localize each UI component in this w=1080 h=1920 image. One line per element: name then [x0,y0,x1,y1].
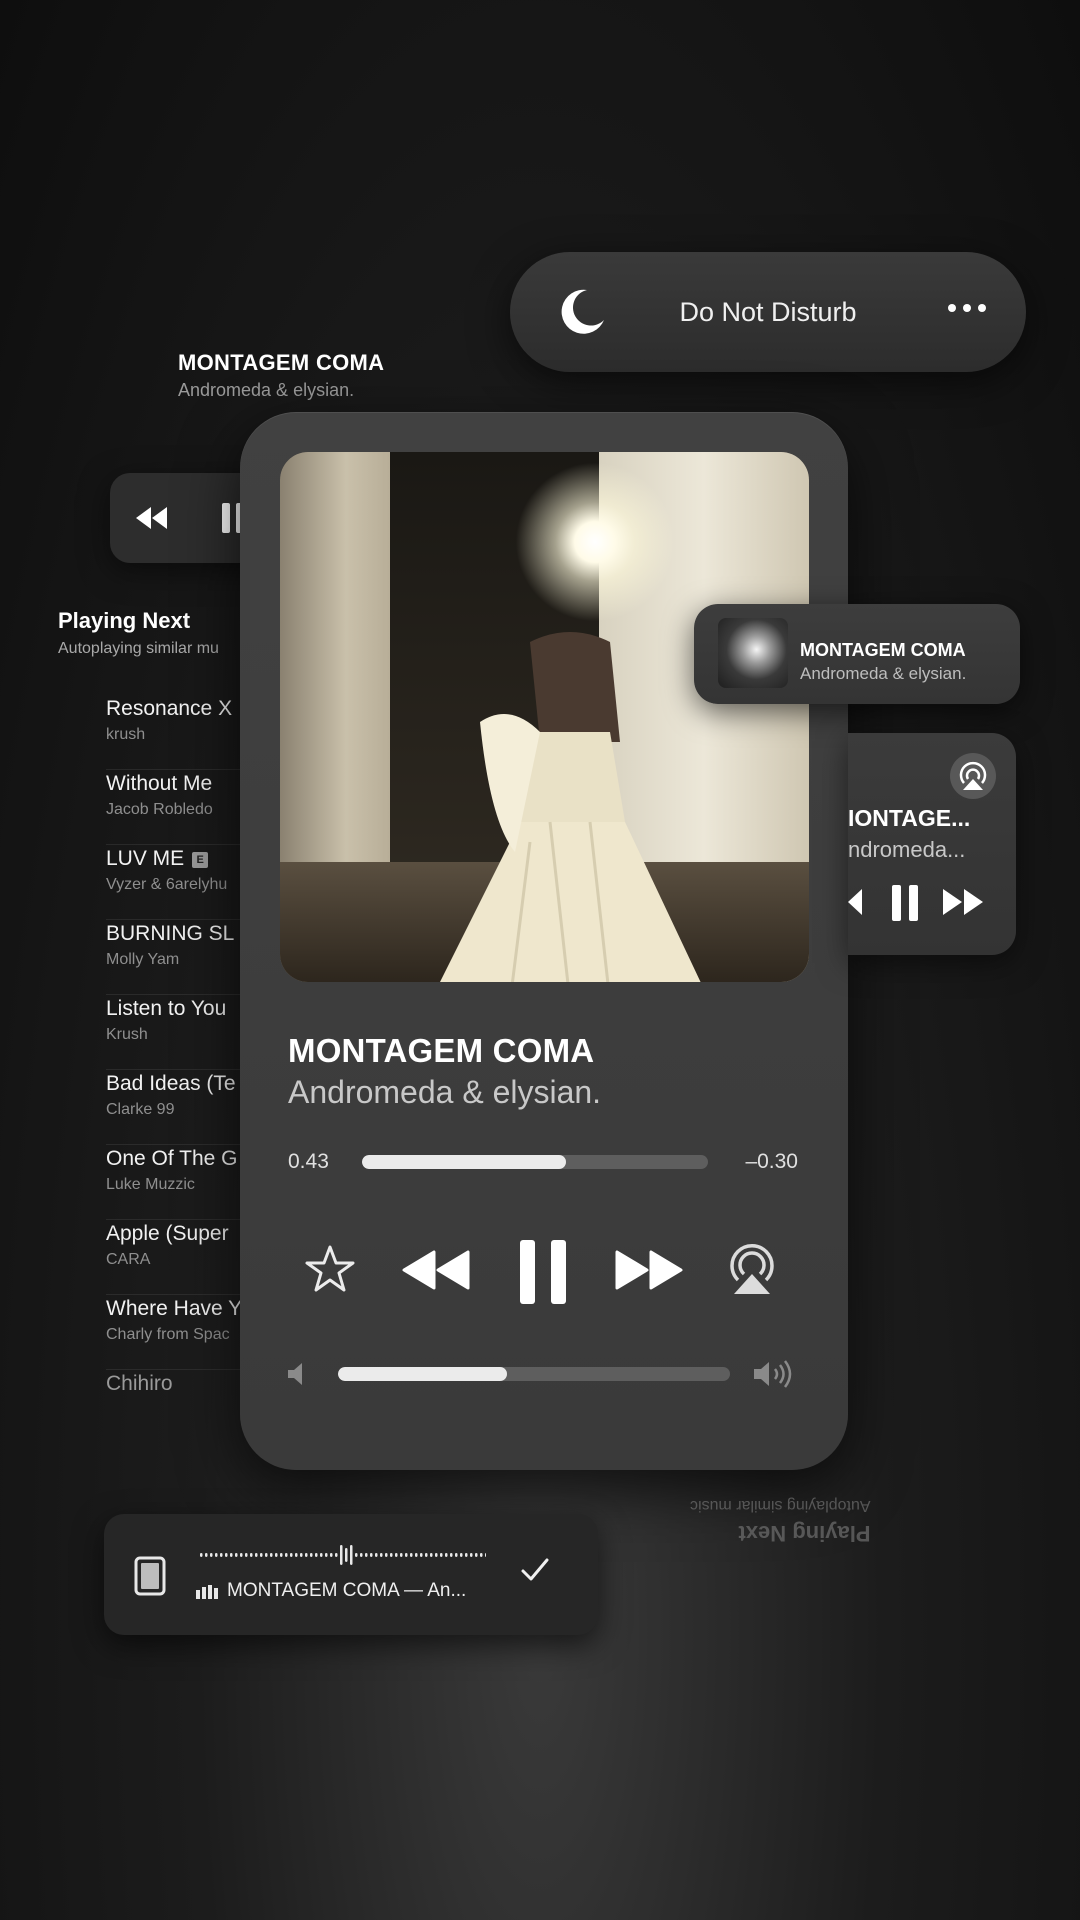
audio-waveform [200,1545,486,1565]
rewind-icon[interactable] [848,889,862,915]
ghost-title: Playing Next [738,1521,871,1546]
mirrored-playing-next: Playing Next Autoplaying similar music [690,1496,871,1546]
album-artwork [280,452,809,982]
side-song-title: IONTAGE... [848,805,971,831]
list-item[interactable]: Apple (Super CARA [106,1220,246,1295]
airplay-device-row[interactable]: MONTAGEM COMA — An... [104,1514,598,1635]
now-playing-mini-card[interactable]: MONTAGEM COMA Andromeda & elysian. [694,604,1020,704]
do-not-disturb-pill[interactable]: Do Not Disturb [510,252,1026,372]
queue-list: Resonance X krush Without Me Jacob Roble… [106,695,246,1445]
queue-item-artist: Charly from Spac [106,1326,230,1343]
rewind-icon[interactable] [136,507,168,529]
list-item[interactable]: Bad Ideas (Te Clarke 99 [106,1070,246,1145]
queue-item-artist: CARA [106,1251,151,1268]
list-item[interactable]: One Of The G Luke Muzzic [106,1145,246,1220]
playing-next-title: Playing Next [58,608,191,633]
pause-icon[interactable] [890,885,920,921]
caption-song-title: MONTAGEM COMA [178,350,385,375]
ghost-subtitle: Autoplaying similar music [690,1497,871,1514]
volume-fill [338,1367,507,1381]
queue-item-title: Where Have Y [106,1297,243,1320]
progress-fill [362,1155,567,1169]
airplay-icon[interactable] [724,1240,780,1296]
progress-bar[interactable] [362,1155,708,1169]
queue-item-title-row: LUV ME E [106,845,246,871]
rewind-icon[interactable] [402,1250,470,1290]
queue-item-title: Apple (Super [106,1222,229,1245]
queue-item-title: Bad Ideas (Te [106,1072,236,1095]
list-item[interactable]: Chihiro [106,1370,246,1445]
queue-item-title: BURNING SL [106,922,235,945]
elapsed-time: 0.43 [288,1150,329,1173]
mini-artwork [718,618,788,688]
queue-item-artist: krush [106,726,146,743]
remaining-time: –0.30 [745,1150,798,1173]
fast-forward-icon[interactable] [615,1250,683,1290]
list-item[interactable]: LUV ME E Vyzer & 6arelyhu [106,845,246,920]
volume-high-icon [754,1360,792,1388]
explicit-badge: E [192,852,209,868]
queue-item-artist: Luke Muzzic [106,1176,195,1193]
song-title: MONTAGEM COMA [288,1032,595,1069]
queue-item-title: LUV ME [106,847,185,870]
queue-item-title: Listen to You [106,997,227,1020]
airplay-icon[interactable] [950,753,996,799]
artwork-figure [440,632,701,982]
list-item[interactable]: Resonance X krush [106,695,246,770]
dnd-label: Do Not Disturb [679,296,857,327]
volume-slider[interactable] [338,1367,730,1381]
playing-next-subtitle: Autoplaying similar mu [58,640,219,657]
list-item[interactable]: BURNING SL Molly Yam [106,920,246,995]
queue-item-artist: Vyzer & 6arelyhu [106,876,228,893]
song-artist[interactable]: Andromeda & elysian. [288,1074,601,1111]
queue-item-artist: Jacob Robledo [106,801,213,818]
queue-item-title: One Of The G [106,1147,238,1170]
queue-item-title: Chihiro [106,1372,173,1395]
pause-icon[interactable] [518,1240,568,1304]
ellipsis-icon[interactable] [948,304,986,312]
fast-forward-icon[interactable] [942,889,984,915]
queue-item-title: Resonance X [106,697,233,720]
star-icon[interactable] [304,1244,356,1294]
list-item[interactable]: Without Me Jacob Robledo [106,770,246,845]
list-item[interactable]: Where Have Y Charly from Spac [106,1295,246,1370]
queue-item-artist: Clarke 99 [106,1101,175,1118]
queue-item-title: Without Me [106,772,213,795]
side-player-widget[interactable]: IONTAGE... ndromeda... [848,733,1016,955]
mini-song-title: MONTAGEM COMA [800,640,966,660]
queue-item-artist: Krush [106,1026,148,1043]
queue-item-artist: Molly Yam [106,951,180,968]
ipad-icon [134,1556,166,1596]
now-playing-card: MONTAGEM COMA Andromeda & elysian. 0.43 … [240,412,848,1470]
mini-song-artist: Andromeda & elysian. [800,664,967,683]
device-track-label: MONTAGEM COMA — An... [227,1580,467,1601]
side-song-artist: ndromeda... [848,837,966,862]
volume-low-icon [288,1363,302,1385]
caption-song-artist: Andromeda & elysian. [178,380,355,400]
checkmark-icon [521,1558,549,1581]
list-item[interactable]: Listen to You Krush [106,995,246,1070]
now-playing-bars-icon [196,1585,218,1599]
